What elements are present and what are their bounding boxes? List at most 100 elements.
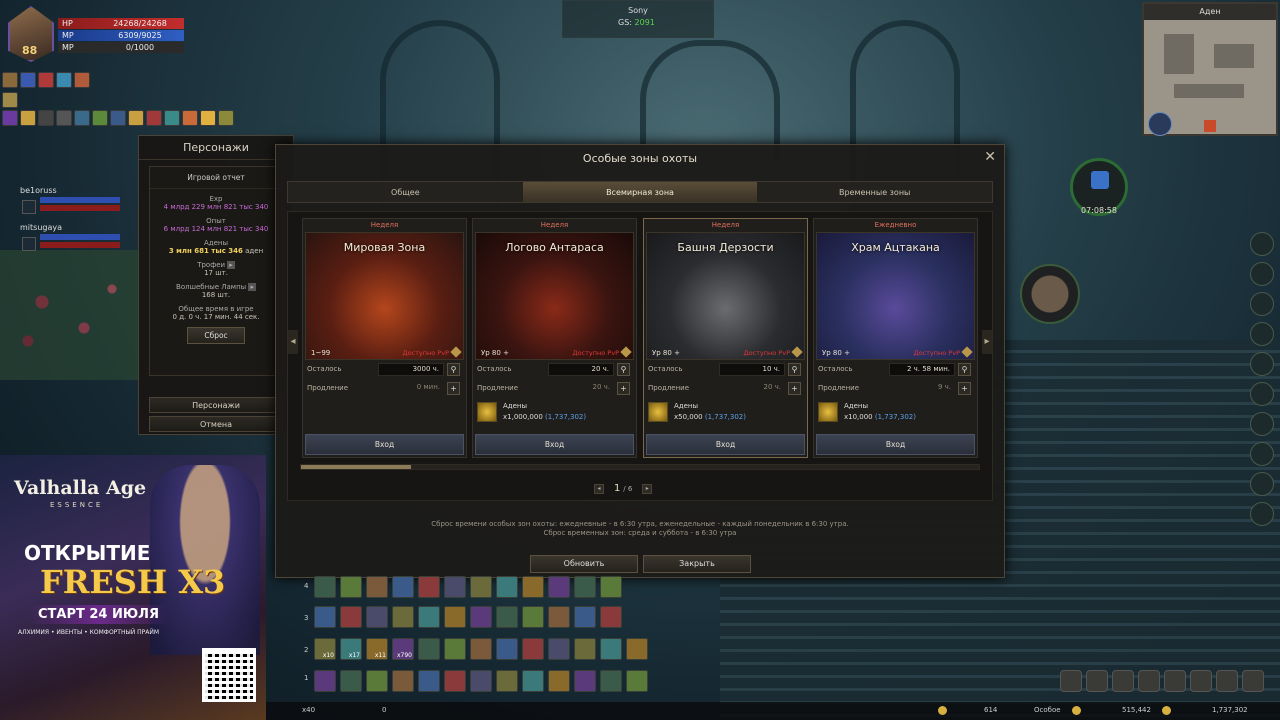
hotbar-slot[interactable] (548, 638, 570, 660)
hotbar-slot[interactable] (418, 606, 440, 628)
close-button[interactable]: Закрыть (643, 555, 751, 573)
menu-icon[interactable] (1164, 670, 1186, 692)
plus-icon[interactable]: + (788, 382, 801, 395)
buff-icon[interactable] (182, 110, 198, 126)
menu-icon[interactable] (1086, 670, 1108, 692)
menu-icon[interactable] (1250, 382, 1274, 406)
hotbar-slot[interactable] (496, 576, 518, 598)
hotbar-slot[interactable] (626, 670, 648, 692)
hotbar-slot[interactable] (522, 670, 544, 692)
menu-icon[interactable] (1250, 472, 1274, 496)
search-icon[interactable]: ⚲ (447, 363, 460, 376)
hotbar-slot[interactable] (548, 670, 570, 692)
hotbar-slot[interactable] (600, 638, 622, 660)
menu-icon[interactable] (1250, 322, 1274, 346)
page-prev-button[interactable]: ◂ (594, 483, 604, 494)
hotbar-slot[interactable] (600, 670, 622, 692)
hotbar-slot[interactable] (444, 576, 466, 598)
buff-icon[interactable] (20, 110, 36, 126)
zone-card[interactable]: Ежедневно Храм Ацтакана Ур 80 + Доступно… (813, 218, 978, 458)
buff-icon[interactable] (110, 110, 126, 126)
menu-icon[interactable] (1190, 670, 1212, 692)
hotbar-slot[interactable]: x790 (392, 638, 414, 660)
hotbar-slot[interactable] (418, 576, 440, 598)
hotbar-slot[interactable] (470, 638, 492, 660)
menu-icon[interactable] (1242, 670, 1264, 692)
horizontal-scrollbar[interactable] (300, 464, 980, 470)
hotbar-slot[interactable] (600, 606, 622, 628)
ad-banner[interactable]: Valhalla Age ESSENCE ОТКРЫТИЕ FRESH X3 С… (0, 455, 266, 720)
hotbar-slot[interactable] (418, 638, 440, 660)
scrollbar-thumb[interactable] (301, 465, 411, 469)
hotbar-slot[interactable] (392, 576, 414, 598)
buff-icon[interactable] (74, 110, 90, 126)
buff-icon[interactable] (56, 72, 72, 88)
map-button-icon[interactable] (1204, 120, 1216, 132)
characters-button[interactable]: Персонажи (149, 397, 283, 413)
hotbar-slot[interactable] (314, 670, 336, 692)
minimap[interactable]: Аден (1142, 2, 1278, 136)
hotbar-slot[interactable] (470, 576, 492, 598)
hotbar-slot[interactable] (392, 670, 414, 692)
arrow-right-icon[interactable]: ▸ (227, 261, 235, 269)
tab-temporary-zones[interactable]: Временные зоны (757, 182, 992, 202)
hotbar-slot[interactable] (366, 576, 388, 598)
hotbar-slot[interactable] (340, 606, 362, 628)
hotbar-slot[interactable] (444, 606, 466, 628)
menu-icon[interactable] (1250, 442, 1274, 466)
trophies-label[interactable]: Трофеи ▸ (150, 261, 282, 269)
hotbar-slot[interactable] (314, 606, 336, 628)
event-timer[interactable]: 07:08:58 (1070, 158, 1128, 216)
plus-icon[interactable]: + (958, 382, 971, 395)
hotbar-slot[interactable] (366, 670, 388, 692)
reset-button[interactable]: Сброс (187, 327, 245, 344)
buff-icon[interactable] (38, 72, 54, 88)
plus-icon[interactable]: + (447, 382, 460, 395)
hotbar-slot[interactable] (496, 638, 518, 660)
target-window[interactable]: Sony GS: 2091 (562, 0, 714, 38)
menu-icon[interactable] (1250, 352, 1274, 376)
enter-button[interactable]: Вход (305, 434, 464, 455)
hotbar-slot[interactable] (496, 606, 518, 628)
zone-card[interactable]: Неделя Логово Антараса Ур 80 + Доступно … (472, 218, 637, 458)
menu-icon[interactable] (1060, 670, 1082, 692)
zone-card[interactable]: Неделя Башня Дерзости Ур 80 + Доступно P… (643, 218, 808, 458)
hotbar-slot[interactable] (444, 670, 466, 692)
menu-icon[interactable] (1138, 670, 1160, 692)
plus-icon[interactable]: + (617, 382, 630, 395)
page-next-button[interactable]: ▸ (642, 483, 653, 494)
hotbar-slot[interactable] (314, 576, 336, 598)
hotbar-slot[interactable] (366, 606, 388, 628)
buff-icon[interactable] (146, 110, 162, 126)
search-icon[interactable]: ⚲ (788, 363, 801, 376)
hotbar-slot[interactable] (574, 670, 596, 692)
buff-icon[interactable] (56, 110, 72, 126)
chat-mode[interactable]: Особое (1034, 706, 1061, 714)
hotbar-slot[interactable] (470, 670, 492, 692)
refresh-button[interactable]: Обновить (530, 555, 638, 573)
close-icon[interactable]: ✕ (984, 149, 996, 165)
hotbar-slot[interactable] (626, 638, 648, 660)
hotbar-slot[interactable] (392, 606, 414, 628)
hotbar-slot[interactable] (574, 576, 596, 598)
hotbar-slot[interactable] (548, 576, 570, 598)
buff-icon[interactable] (2, 110, 18, 126)
compass-icon[interactable] (1148, 112, 1172, 136)
zone-card[interactable]: Неделя Мировая Зона 1~99 Доступно PvP Ос… (302, 218, 467, 458)
menu-icon[interactable] (1216, 670, 1238, 692)
party-member[interactable]: be1oruss (2, 186, 122, 214)
hotbar-slot[interactable] (522, 638, 544, 660)
hotbar-slot[interactable] (522, 606, 544, 628)
menu-icon[interactable] (1250, 502, 1274, 526)
buff-icon[interactable] (218, 110, 234, 126)
arrow-right-icon[interactable]: ▸ (248, 283, 256, 291)
buff-icon[interactable] (92, 110, 108, 126)
buff-icon[interactable] (164, 110, 180, 126)
hotbar-slot[interactable]: x17 (340, 638, 362, 660)
prev-arrow-icon[interactable]: ◂ (288, 330, 298, 354)
search-icon[interactable]: ⚲ (617, 363, 630, 376)
hotbar-slot[interactable] (444, 638, 466, 660)
buff-icon[interactable] (128, 110, 144, 126)
hotbar-slot[interactable] (496, 670, 518, 692)
enter-button[interactable]: Вход (646, 434, 805, 455)
